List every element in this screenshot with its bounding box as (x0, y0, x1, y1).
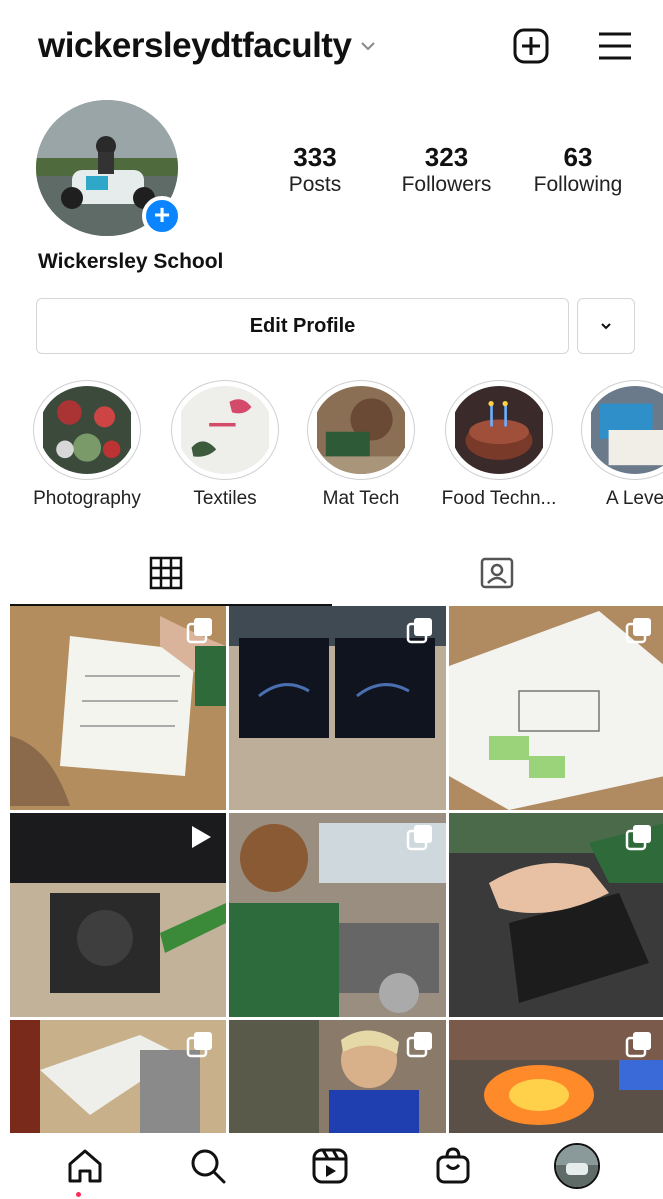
home-icon[interactable] (63, 1144, 107, 1188)
suggestions-toggle-button[interactable] (577, 298, 635, 354)
stat-value: 323 (424, 142, 469, 172)
profile-header: wickersleydtfaculty (38, 18, 635, 74)
post-tile[interactable] (10, 813, 226, 1017)
story-highlights: Photography Textiles Mat Tech Food Techn… (24, 380, 663, 516)
stat-label: Following (533, 173, 623, 196)
highlight-cover (39, 386, 135, 474)
highlight-label: A Leve (605, 488, 663, 509)
reel-icon (192, 826, 211, 848)
bottom-navigation (0, 1133, 663, 1199)
profile-tabs (0, 540, 663, 606)
edit-profile-button[interactable]: Edit Profile (36, 298, 569, 354)
highlight-label: Food Techn... (441, 488, 557, 509)
post-tile[interactable] (229, 1020, 446, 1134)
multiple-posts-icon (625, 825, 651, 851)
tab-tagged[interactable] (332, 540, 663, 606)
stat-label: Followers (401, 173, 492, 196)
post-tile[interactable] (10, 606, 226, 810)
highlight-mat-tech[interactable]: Mat Tech (298, 380, 424, 510)
multiple-posts-icon (406, 1032, 432, 1058)
chevron-down-icon[interactable] (359, 37, 377, 55)
highlight-cover (177, 386, 273, 474)
highlight-cover (451, 386, 547, 474)
menu-icon[interactable] (595, 26, 635, 66)
search-icon[interactable] (186, 1144, 230, 1188)
highlight-cover (587, 386, 663, 474)
display-name: Wickersley School (38, 250, 224, 273)
profile-stats: 333 Posts 323 Followers 63 Following (250, 142, 643, 198)
shop-icon[interactable] (431, 1144, 475, 1188)
reels-icon[interactable] (308, 1144, 352, 1188)
post-grid (10, 606, 663, 1134)
highlight-textiles[interactable]: Textiles (162, 380, 288, 510)
stat-following[interactable]: 63 Following (513, 142, 643, 198)
add-story-button[interactable]: + (142, 196, 182, 236)
stat-posts[interactable]: 333 Posts (250, 142, 380, 198)
highlight-photography[interactable]: Photography (24, 380, 150, 510)
stat-label: Posts (288, 173, 342, 196)
post-tile[interactable] (10, 1020, 226, 1134)
chevron-down-icon (601, 323, 611, 330)
multiple-posts-icon (186, 1032, 212, 1058)
highlight-label: Mat Tech (322, 488, 400, 509)
highlight-label: Textiles (193, 488, 257, 509)
highlight-label: Photography (33, 488, 141, 509)
multiple-posts-icon (406, 825, 432, 851)
stat-followers[interactable]: 323 Followers (382, 142, 512, 198)
new-post-icon[interactable] (511, 26, 551, 66)
stat-value: 333 (293, 142, 337, 172)
grid-icon (149, 556, 182, 590)
multiple-posts-icon (625, 1032, 651, 1058)
stat-value: 63 (563, 142, 593, 172)
profile-avatar[interactable] (553, 1143, 600, 1189)
highlight-cover (313, 386, 409, 474)
tab-posts-grid[interactable] (0, 540, 332, 606)
profile-avatar[interactable]: + (36, 100, 182, 236)
multiple-posts-icon (406, 618, 432, 644)
multiple-posts-icon (625, 618, 651, 644)
tagged-icon (481, 557, 514, 589)
highlight-a-level[interactable]: A Leve (572, 380, 663, 510)
post-tile[interactable] (449, 813, 663, 1017)
highlight-food-tech[interactable]: Food Techn... (436, 380, 562, 510)
profile-actions: Edit Profile (36, 298, 635, 354)
notification-dot (76, 1192, 81, 1197)
post-tile[interactable] (449, 606, 663, 810)
multiple-posts-icon (186, 618, 212, 644)
post-tile[interactable] (229, 606, 446, 810)
post-tile[interactable] (449, 1020, 663, 1134)
username[interactable]: wickersleydtfaculty (38, 26, 352, 66)
post-tile[interactable] (229, 813, 446, 1017)
